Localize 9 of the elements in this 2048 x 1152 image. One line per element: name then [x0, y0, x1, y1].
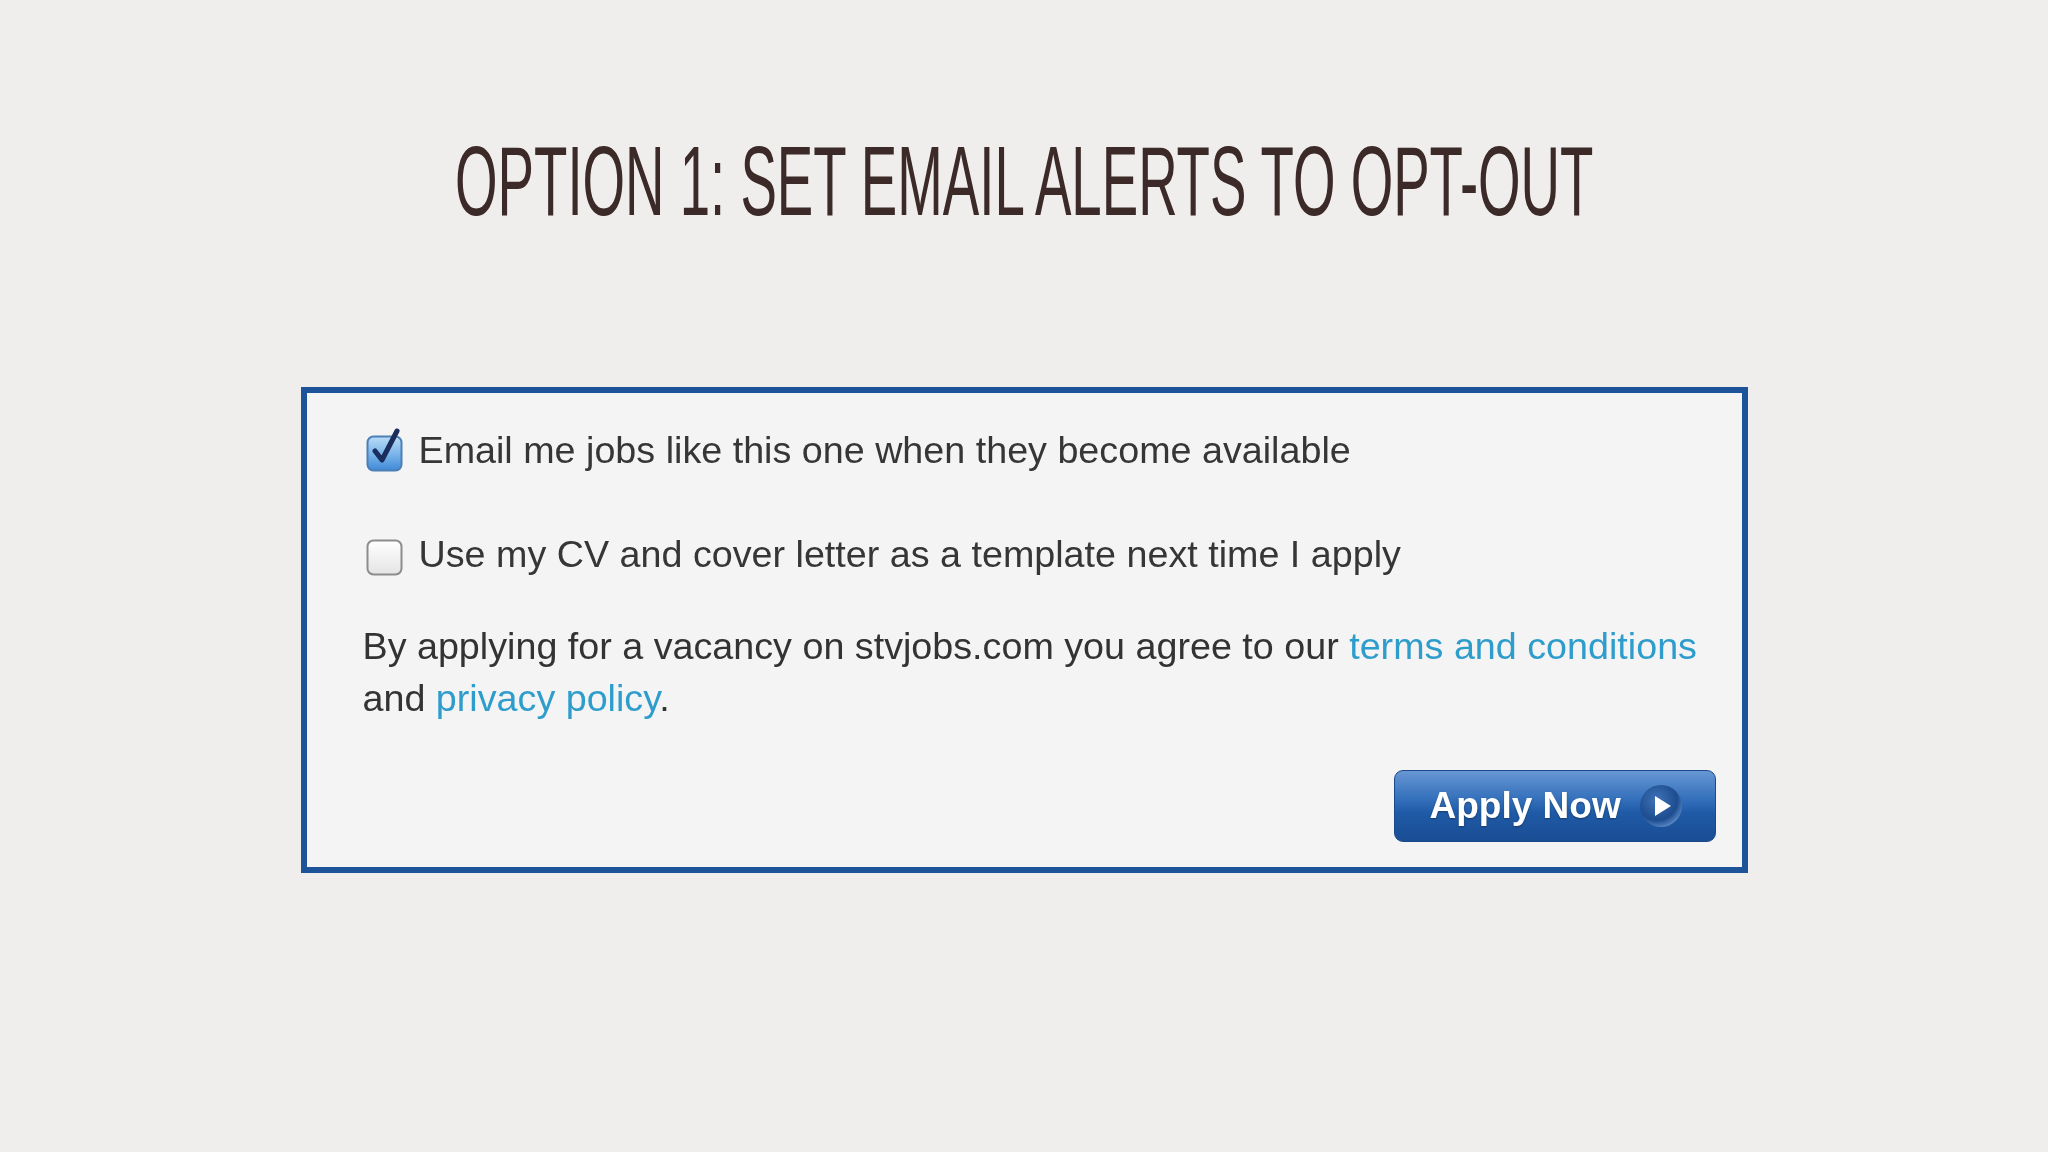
agreement-text: By applying for a vacancy on stvjobs.com you agree to our terms and conditions and privacy policy.: [362, 624, 1698, 721]
play-icon: [1638, 784, 1683, 828]
checkbox[interactable]: [365, 428, 404, 472]
text-link[interactable]: terms and conditions: [1349, 625, 1697, 667]
option-label: Use my CV and cover letter as a template next time I apply: [418, 532, 1401, 576]
slide-title: OPTION 1: SET EMAIL ALERTS TO OPT-OUT: [454, 131, 1594, 231]
option-label: Email me jobs like this one when they become available: [418, 428, 1351, 472]
apply-button[interactable]: Apply Now: [1393, 770, 1716, 842]
text-link[interactable]: privacy policy: [435, 677, 660, 719]
